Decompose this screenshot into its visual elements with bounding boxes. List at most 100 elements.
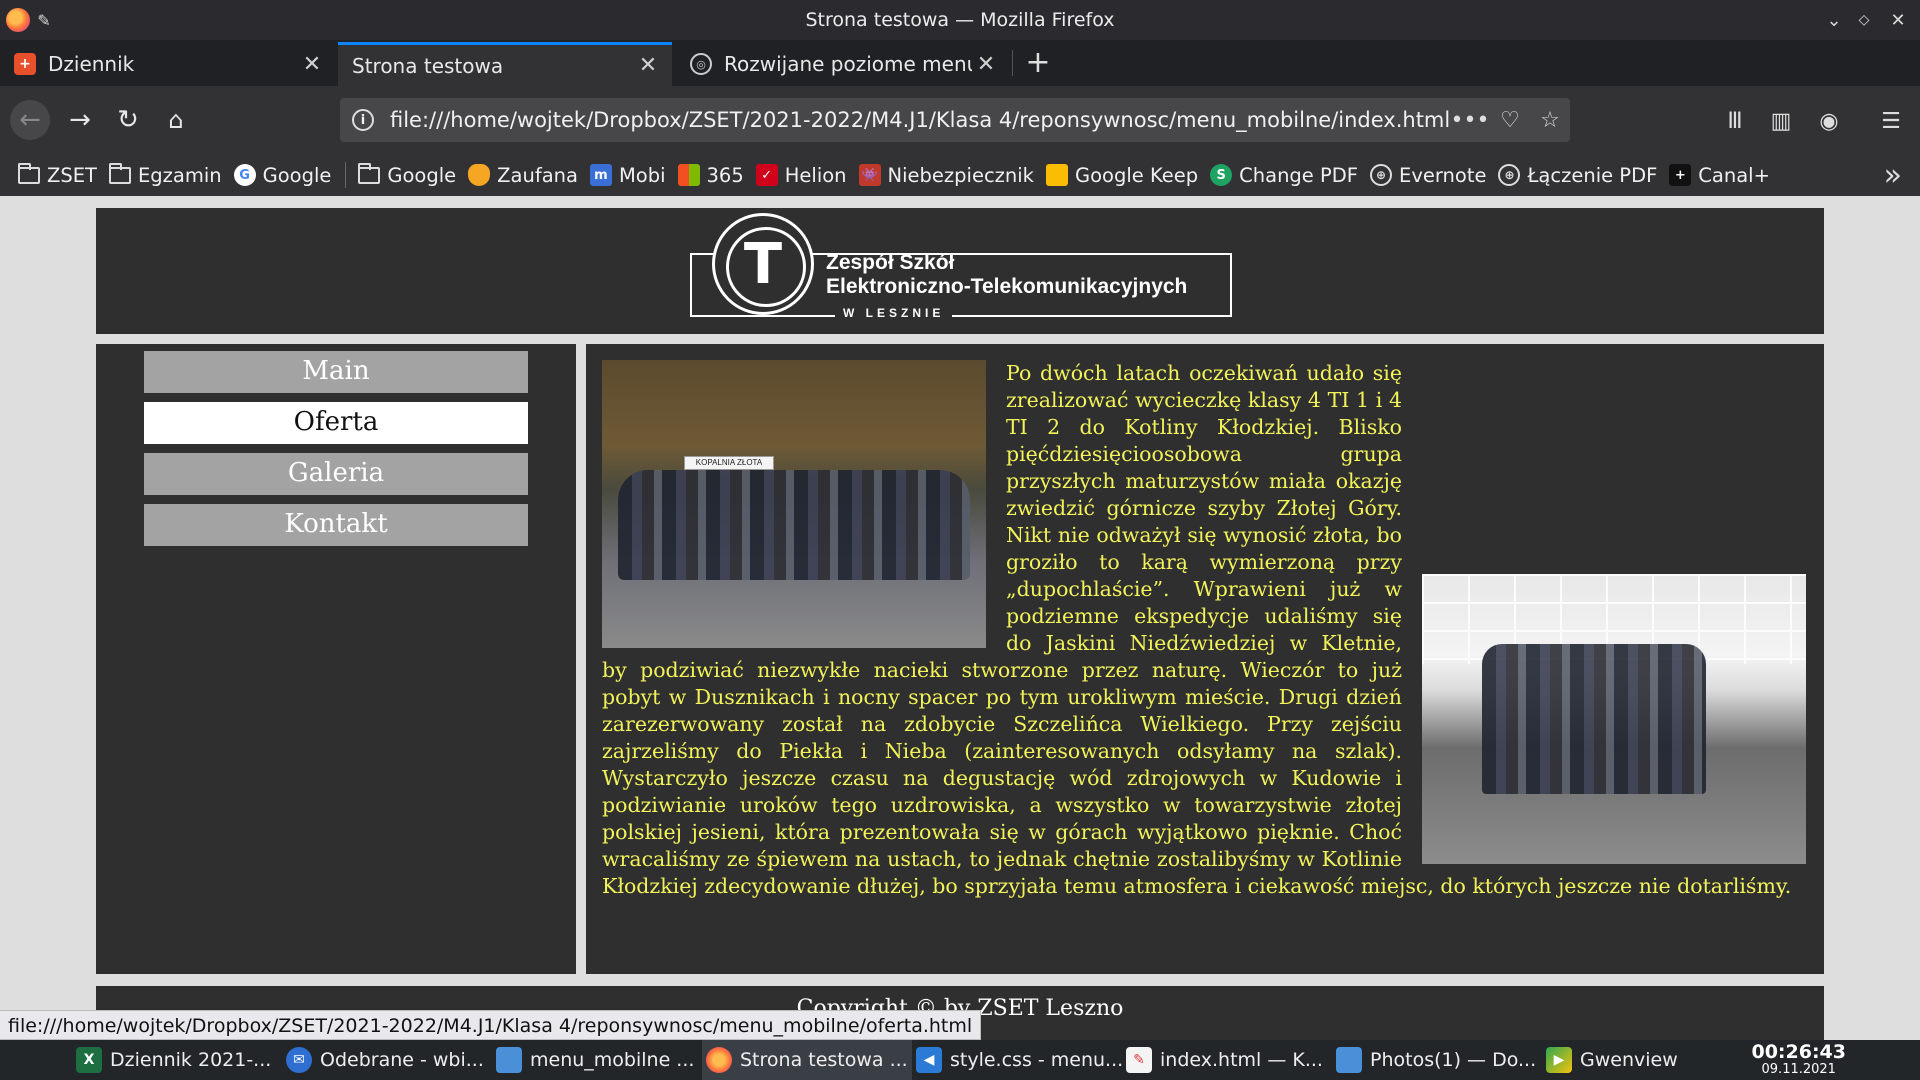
tab-label: Dziennik [48, 52, 135, 76]
logo-line-2: Elektroniczno-Telekomunikacyjnych [826, 275, 1188, 298]
thunderbird-icon: ✉ [286, 1047, 312, 1073]
info-icon[interactable]: i [352, 109, 374, 131]
menu-item-galeria[interactable]: Galeria [144, 453, 528, 495]
gwenview-icon: ▶ [1546, 1047, 1572, 1073]
bookmark-label: Mobi [618, 163, 666, 187]
account-icon[interactable]: ◉ [1814, 108, 1844, 134]
tab-strona-testowa[interactable]: Strona testowa ✕ [338, 42, 672, 86]
school-logo[interactable]: T Zespół Szkół Elektroniczno-Telekomunik… [690, 213, 1232, 320]
s-icon: S [1210, 164, 1233, 186]
bookmark-change-pdf[interactable]: S Change PDF [1210, 164, 1358, 187]
task-gwenview[interactable]: ▶ Gwenview [1542, 1040, 1752, 1080]
task-vscode[interactable]: ◀ style.css - menu... [912, 1040, 1122, 1080]
close-tab-icon[interactable]: ✕ [634, 53, 662, 78]
clock-time: 00:26:43 [1751, 1041, 1846, 1063]
home-button[interactable]: ⌂ [156, 100, 196, 140]
task-thunderbird[interactable]: ✉ Odebrane - wbi... [282, 1040, 492, 1080]
site-menu: Main Oferta Galeria Kontakt [96, 344, 576, 974]
pocket-icon[interactable]: ♡ [1490, 108, 1530, 133]
group-photo-cave[interactable] [1422, 574, 1806, 864]
bookmark-google-folder[interactable]: Google [358, 162, 456, 187]
bookmark-google[interactable]: G Google [233, 163, 332, 187]
group-photo-mine[interactable]: KOPALNIA ZŁOTA [602, 360, 986, 648]
folder-icon [18, 162, 40, 184]
librus-icon: + [14, 53, 36, 75]
firefox-icon [706, 1047, 732, 1073]
tab-rozwijane-menu[interactable]: ◎ Rozwijane poziome menu ✕ [676, 42, 1010, 86]
menu-item-oferta[interactable]: Oferta [144, 402, 528, 444]
page-actions-icon[interactable]: ••• [1450, 108, 1490, 133]
close-window-icon[interactable]: ✕ [1886, 8, 1910, 32]
mobi-icon: m [589, 164, 612, 186]
hamburger-menu-icon[interactable]: ☰ [1876, 108, 1906, 134]
task-label: Strona testowa ... [740, 1049, 908, 1071]
system-clock[interactable]: 00:26:43 09.11.2021 [1751, 1042, 1846, 1078]
globe-icon: ⊕ [1370, 164, 1392, 186]
vscode-icon: ◀ [916, 1047, 942, 1073]
invader-icon: 👾 [858, 164, 881, 186]
reload-button[interactable]: ↻ [108, 100, 148, 140]
excel-icon: X [76, 1047, 102, 1073]
window-title: Strona testowa — Mozilla Firefox [805, 9, 1115, 31]
task-dolphin-menu[interactable]: menu_mobilne ... [492, 1040, 702, 1080]
forward-button[interactable]: → [60, 100, 100, 140]
minimize-icon[interactable]: ⌄ [1822, 8, 1846, 32]
close-tab-icon[interactable]: ✕ [972, 52, 1000, 77]
tab-separator [1012, 50, 1013, 76]
google-icon: G [233, 164, 256, 186]
bookmark-365[interactable]: 365 [677, 163, 744, 187]
navigation-toolbar: ← → ↻ ⌂ i file:///home/wojtek/Dropbox/ZS… [0, 86, 1920, 154]
task-kate[interactable]: ✎ index.html — K... [1122, 1040, 1332, 1080]
folder-icon [496, 1047, 522, 1073]
maximize-icon[interactable]: ◇ [1852, 8, 1876, 32]
bookmark-helion[interactable]: ✓ Helion [755, 164, 847, 187]
bookmark-mobi[interactable]: m Mobi [589, 163, 666, 187]
url-text[interactable]: file:///home/wojtek/Dropbox/ZSET/2021-20… [390, 108, 1450, 132]
task-dolphin-photos[interactable]: Photos(1) — Do... [1332, 1040, 1542, 1080]
bookmark-label: Google Keep [1074, 163, 1199, 187]
library-icon[interactable]: Ⅲ [1720, 108, 1750, 134]
bookmark-star-icon[interactable]: ☆ [1530, 108, 1570, 133]
menu-item-kontakt[interactable]: Kontakt [144, 504, 528, 546]
bookmark-zaufana[interactable]: Zaufana [468, 164, 578, 187]
close-tab-icon[interactable]: ✕ [298, 52, 326, 77]
task-firefox[interactable]: Strona testowa ... [702, 1040, 912, 1080]
site-header: T Zespół Szkół Elektroniczno-Telekomunik… [96, 208, 1824, 334]
bookmark-label: Evernote [1399, 163, 1487, 187]
fingerprint-icon: ◎ [690, 53, 712, 75]
kate-icon: ✎ [1126, 1047, 1152, 1073]
back-button[interactable]: ← [10, 100, 50, 140]
bookmark-niebezpiecznik[interactable]: 👾 Niebezpiecznik [858, 163, 1034, 187]
tab-label: Rozwijane poziome menu [724, 52, 972, 76]
crowd-shape [618, 470, 970, 580]
bookmark-egzamin[interactable]: Egzamin [108, 162, 222, 187]
url-bar[interactable]: i file:///home/wojtek/Dropbox/ZSET/2021-… [340, 98, 1570, 142]
task-dziennik[interactable]: X Dziennik 2021-... [72, 1040, 282, 1080]
task-label: Gwenview [1580, 1049, 1678, 1071]
tab-dziennik[interactable]: + Dziennik ✕ [0, 42, 336, 86]
bookmark-laczenie-pdf[interactable]: ⊕ Łączenie PDF [1498, 164, 1657, 187]
bookmark-label: Niebezpiecznik [887, 163, 1034, 187]
keep-icon [1045, 164, 1068, 186]
bookmark-evernote[interactable]: ⊕ Evernote [1370, 164, 1486, 187]
logo-line-3: W LESZNIE [835, 306, 953, 320]
crowd-shape [1482, 644, 1706, 794]
sidebar-icon[interactable]: ▥ [1766, 108, 1796, 134]
site-main: KOPALNIA ZŁOTA Po dwóch latach oczekiwań… [586, 344, 1824, 974]
bookmark-label: Google [262, 163, 332, 187]
plus-icon: + [1669, 164, 1692, 186]
new-tab-button[interactable]: + [1022, 48, 1054, 78]
helion-icon: ✓ [755, 164, 778, 186]
bookmark-label: 365 [706, 163, 744, 187]
chevron-right-icon[interactable]: » [1884, 158, 1902, 193]
menu-item-main[interactable]: Main [144, 351, 528, 393]
logo-letter: T [743, 231, 783, 297]
bookmark-google-keep[interactable]: Google Keep [1045, 163, 1199, 187]
microsoft-icon [677, 164, 700, 186]
bookmark-zset[interactable]: ZSET [18, 162, 97, 187]
tab-strip: + Dziennik ✕ Strona testowa ✕ ◎ Rozwijan… [0, 40, 1920, 86]
task-label: Photos(1) — Do... [1370, 1049, 1537, 1071]
task-label: Dziennik 2021-... [110, 1049, 272, 1071]
folder-icon [108, 162, 131, 184]
bookmark-canal-plus[interactable]: + Canal+ [1669, 164, 1770, 187]
